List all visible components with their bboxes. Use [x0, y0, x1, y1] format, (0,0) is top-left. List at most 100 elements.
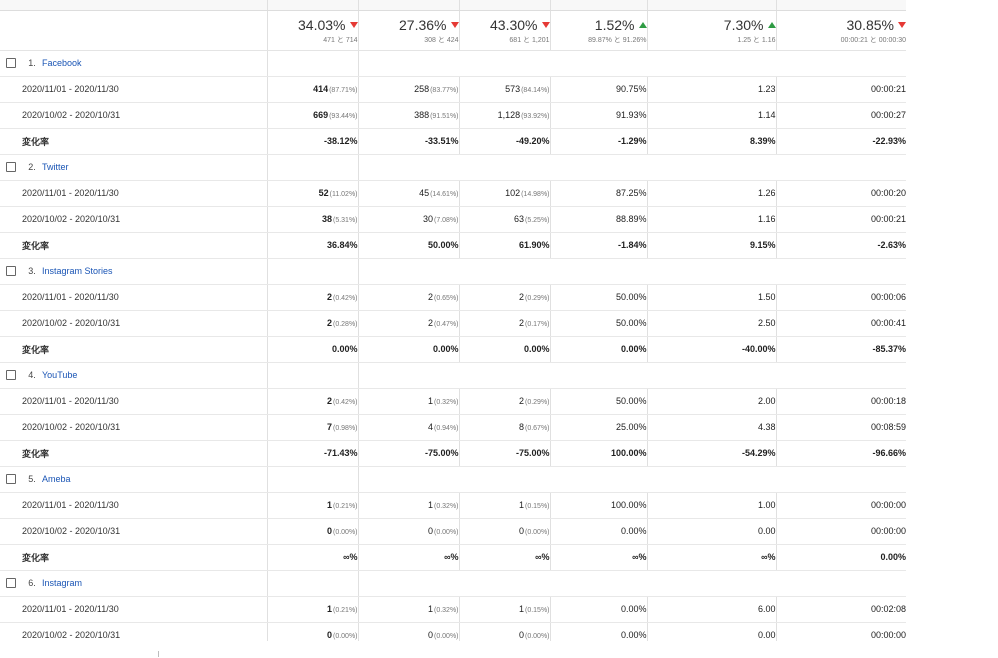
summary-change-text: 1.52%: [594, 17, 635, 33]
metric-cell: 100.00%: [549, 492, 647, 519]
source-link[interactable]: Twitter: [42, 162, 69, 172]
source-link[interactable]: Ameba: [42, 474, 71, 484]
metric-cell: 9.15%: [646, 232, 776, 259]
source-row: 6. Instagram: [0, 570, 906, 597]
change-rate-row: 変化率 ∞% ∞% ∞% ∞% ∞% 0.00%: [0, 544, 906, 571]
source-name-cell: 3. Instagram Stories: [22, 258, 267, 285]
arrow-up-icon: [767, 22, 776, 29]
source-row: 4. YouTube: [0, 362, 906, 389]
report-body: 34.03% 471 と 714 27.36% 308 と 424 43.30% 681 …: [0, 0, 906, 649]
metric-value: 2: [326, 318, 332, 328]
row-checkbox[interactable]: [6, 370, 16, 381]
empty-span-cell: [358, 362, 906, 389]
summary-change-value: 43.30%: [460, 17, 550, 33]
summary-compare-text: 681 と 1,201: [509, 37, 550, 44]
metric-value: 8: [518, 422, 524, 432]
metric-percent-of-total: (5.31%): [332, 217, 358, 224]
metric-value: 0.00%: [620, 630, 647, 640]
summary-cell: 30.85% 00:00:21 と 00:00:30: [775, 10, 906, 51]
metric-value: 0: [518, 526, 524, 536]
metric-cell: 100.00%: [549, 440, 647, 467]
date-range-label: 2020/10/02 - 2020/10/31: [22, 206, 267, 233]
metric-value: -38.12%: [323, 136, 358, 146]
metric-value: 2: [427, 318, 433, 328]
metric-cell: -85.37%: [775, 336, 906, 363]
metric-cell: 90.75%: [549, 76, 647, 103]
metric-cell: 0.00%: [549, 518, 647, 545]
metric-value: 2: [518, 292, 524, 302]
header-strip: [0, 0, 906, 11]
indent-cell: [0, 388, 22, 415]
source-link[interactable]: Facebook: [42, 58, 82, 68]
metric-cell: 1.26: [646, 180, 776, 207]
metric-cell: 0(0.00%): [266, 518, 358, 545]
date-range-label: 2020/10/02 - 2020/10/31: [22, 310, 267, 337]
row-checkbox[interactable]: [6, 58, 16, 69]
source-link[interactable]: YouTube: [42, 370, 77, 380]
indent-cell: [0, 518, 22, 545]
metric-cell: 91.93%: [549, 102, 647, 129]
metric-cell: -38.12%: [266, 128, 358, 155]
metric-percent-of-total: (5.25%): [524, 217, 550, 224]
empty-metric-cell: [266, 154, 359, 181]
summary-cell: 1.52% 89.87% と 91.26%: [549, 10, 647, 51]
metric-percent-of-total: (0.65%): [433, 295, 459, 302]
row-checkbox[interactable]: [6, 474, 16, 485]
source-link[interactable]: Instagram: [42, 578, 82, 588]
metric-percent-of-total: (0.32%): [433, 503, 459, 510]
metric-value: 00:00:00: [870, 526, 906, 536]
metric-cell: 2(0.17%): [458, 310, 550, 337]
source-name-cell: 5. Ameba: [22, 466, 267, 493]
metric-percent-of-total: (83.77%): [430, 87, 459, 94]
metric-value: -54.29%: [741, 448, 776, 458]
metric-cell: 1,128(93.92%): [458, 102, 550, 129]
metric-value: 90.75%: [615, 84, 647, 94]
date-range-label: 2020/11/01 - 2020/11/30: [22, 180, 267, 207]
row-checkbox[interactable]: [6, 578, 16, 589]
metric-value: 00:00:21: [870, 214, 906, 224]
metric-cell: -49.20%: [458, 128, 550, 155]
metric-cell: 50.00%: [549, 388, 647, 415]
metric-cell: 1(0.32%): [357, 492, 459, 519]
metric-value: 4: [427, 422, 433, 432]
source-link[interactable]: Instagram Stories: [42, 266, 113, 276]
metric-value: 1.14: [757, 110, 776, 120]
metric-cell: -33.51%: [357, 128, 459, 155]
row-checkbox[interactable]: [6, 266, 16, 277]
metric-cell: 258(83.77%): [357, 76, 459, 103]
metric-cell: -1.29%: [549, 128, 647, 155]
metric-value: -75.00%: [424, 448, 459, 458]
metric-cell: 30(7.08%): [357, 206, 459, 233]
arrow-down-icon: [541, 22, 550, 29]
summary-row: 34.03% 471 と 714 27.36% 308 と 424 43.30% 681 …: [0, 10, 906, 51]
metric-cell: 1.16: [646, 206, 776, 233]
date-range-row: 2020/10/02 - 2020/10/31 669(93.44%) 388(91…: [0, 102, 906, 129]
metric-cell: 2(0.29%): [458, 388, 550, 415]
summary-compare-text: 1.25 と 1.16: [737, 37, 776, 44]
date-range-row: 2020/10/02 - 2020/10/31 7(0.98%) 4(0.94%) 8…: [0, 414, 906, 441]
metric-cell: 0.00%: [357, 336, 459, 363]
metric-value: 00:00:21: [870, 84, 906, 94]
metric-value: 61.90%: [518, 240, 550, 250]
metric-cell: 0.00%: [775, 544, 906, 571]
report-viewport: 34.03% 471 と 714 27.36% 308 と 424 43.30% 681 …: [0, 0, 998, 658]
row-checkbox[interactable]: [6, 162, 16, 173]
change-rate-row: 変化率 36.84% 50.00% 61.90% -1.84% 9.15% -2.63%: [0, 232, 906, 259]
empty-span-cell: [358, 50, 906, 77]
metric-cell: 8.39%: [646, 128, 776, 155]
metric-value: 1,128: [497, 110, 521, 120]
checkbox-cell: [0, 570, 22, 597]
metric-cell: 00:00:06: [775, 284, 906, 311]
metric-value: 1: [427, 604, 433, 614]
arrow-down-icon: [450, 22, 459, 29]
change-rate-label: 変化率: [22, 336, 267, 363]
metric-value: 2: [518, 396, 524, 406]
metric-value: 00:00:18: [870, 396, 906, 406]
arrow-down-icon: [349, 22, 358, 29]
metric-value: 0.00%: [432, 344, 459, 354]
metric-value: 25.00%: [615, 422, 647, 432]
metric-cell: 7(0.98%): [266, 414, 358, 441]
metric-percent-of-total: (87.71%): [329, 87, 358, 94]
metric-value: 669: [313, 110, 329, 120]
checkbox-cell: [0, 258, 22, 285]
